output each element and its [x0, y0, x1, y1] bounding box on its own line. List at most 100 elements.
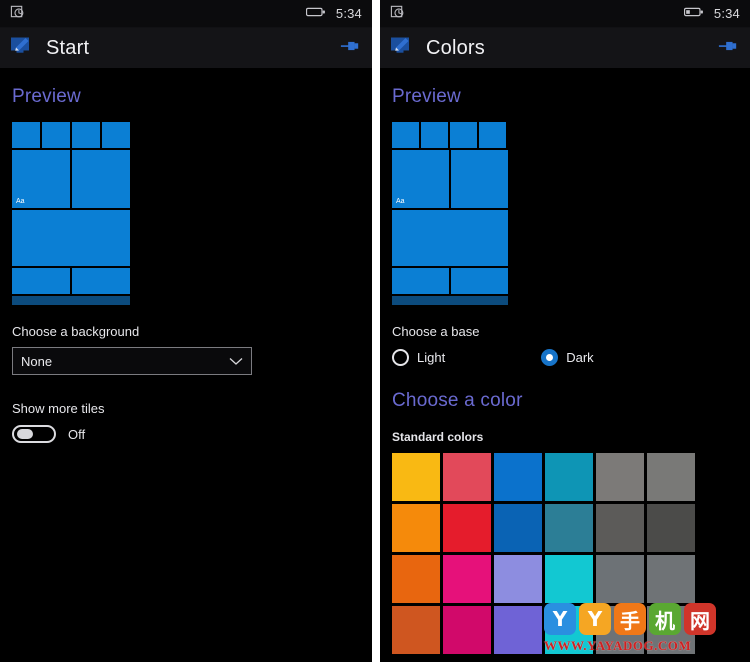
background-dropdown-value: None	[21, 353, 53, 369]
preview-heading: Preview	[12, 86, 81, 107]
screenshot-stage: 5:34 Start Preview Aa Choose a backgroun…	[0, 0, 750, 662]
tile	[12, 210, 130, 266]
page-title: Start	[46, 36, 90, 59]
status-bar-right: 5:34	[305, 5, 362, 23]
color-swatch[interactable]	[647, 606, 695, 654]
colors-preview-tiles: Aa	[392, 122, 508, 308]
radio-icon	[392, 349, 409, 366]
tile-row: Aa	[12, 150, 130, 208]
status-bar-left	[10, 4, 25, 24]
tile	[72, 122, 100, 148]
color-swatch[interactable]	[596, 606, 644, 654]
color-swatch[interactable]	[494, 606, 542, 654]
tile-row	[12, 122, 130, 148]
color-swatch[interactable]	[392, 453, 440, 501]
color-swatch[interactable]	[443, 606, 491, 654]
screenshot-icon	[390, 4, 405, 24]
tile-with-label: Aa	[392, 150, 449, 208]
tile-row	[12, 210, 130, 266]
toggle-thumb	[17, 429, 33, 439]
color-swatch[interactable]	[392, 555, 440, 603]
tile-row	[392, 210, 508, 266]
tile	[479, 122, 506, 148]
color-swatch[interactable]	[596, 504, 644, 552]
personalization-icon	[390, 34, 416, 63]
tile-row	[392, 268, 508, 294]
choose-a-color-heading: Choose a color	[392, 390, 523, 411]
background-dropdown[interactable]: None	[12, 347, 252, 375]
color-swatch[interactable]	[647, 504, 695, 552]
base-radio-group: Light Dark	[392, 349, 738, 366]
color-swatch[interactable]	[545, 555, 593, 603]
page-body-start: Preview Aa Choose a background None Show…	[0, 86, 372, 662]
tile	[72, 268, 130, 294]
tile	[392, 210, 508, 266]
status-bar-left	[390, 4, 405, 24]
phone-panel-start: 5:34 Start Preview Aa Choose a backgroun…	[0, 0, 372, 662]
tile-row	[392, 122, 508, 148]
tile	[451, 268, 508, 294]
tile	[421, 122, 448, 148]
color-swatch[interactable]	[545, 504, 593, 552]
tile-grid: Aa	[12, 122, 130, 308]
choose-base-label: Choose a base	[392, 324, 480, 339]
color-swatch[interactable]	[647, 555, 695, 603]
radio-option-light[interactable]: Light	[392, 349, 445, 366]
tile	[12, 122, 40, 148]
color-swatch[interactable]	[392, 606, 440, 654]
chevron-down-icon	[229, 354, 243, 369]
status-bar-clock: 5:34	[335, 6, 362, 21]
status-bar: 5:34	[380, 0, 750, 28]
standard-colors-label: Standard colors	[392, 430, 484, 444]
status-bar-clock: 5:34	[713, 6, 740, 21]
tile	[392, 122, 419, 148]
radio-icon-selected	[541, 349, 559, 366]
preview-taskbar	[12, 296, 130, 305]
panel-separator	[372, 0, 380, 662]
tile	[451, 150, 508, 208]
radio-label: Dark	[566, 350, 594, 365]
color-swatch[interactable]	[443, 453, 491, 501]
show-more-tiles-toggle[interactable]	[12, 425, 56, 443]
tile-label: Aa	[396, 198, 405, 205]
color-swatch[interactable]	[443, 555, 491, 603]
color-swatch[interactable]	[494, 453, 542, 501]
tile-with-label: Aa	[12, 150, 70, 208]
start-preview-tiles: Aa	[12, 122, 130, 308]
page-body-colors: Preview Aa Choose a base Light Dark Choo…	[380, 86, 750, 662]
personalization-icon	[10, 34, 36, 63]
choose-background-label: Choose a background	[12, 324, 140, 339]
tile-row	[12, 268, 130, 294]
phone-panel-colors: 5:34 Colors Preview Aa Choose a base Lig…	[380, 0, 750, 662]
tile	[102, 122, 130, 148]
tile	[42, 122, 70, 148]
color-swatch[interactable]	[443, 504, 491, 552]
tile	[450, 122, 477, 148]
color-swatch[interactable]	[545, 606, 593, 654]
color-swatch[interactable]	[596, 555, 644, 603]
pin-icon[interactable]	[340, 37, 360, 60]
toggle-state-label: Off	[68, 426, 86, 442]
page-title: Colors	[426, 36, 485, 59]
preview-heading: Preview	[392, 86, 461, 107]
color-swatch[interactable]	[596, 453, 644, 501]
status-bar-right: 5:34	[683, 5, 740, 23]
preview-taskbar	[392, 296, 508, 305]
tile-row: Aa	[392, 150, 508, 208]
color-swatch[interactable]	[494, 504, 542, 552]
color-swatch[interactable]	[545, 453, 593, 501]
color-swatch[interactable]	[647, 453, 695, 501]
radio-option-dark[interactable]: Dark	[541, 349, 594, 366]
pin-icon[interactable]	[718, 37, 738, 60]
tile	[12, 268, 70, 294]
standard-colors-grid	[392, 453, 738, 654]
tile-grid: Aa	[392, 122, 508, 308]
show-more-tiles-row: Off	[12, 425, 360, 443]
color-swatch[interactable]	[494, 555, 542, 603]
tile-label: Aa	[16, 198, 25, 205]
color-swatch[interactable]	[392, 504, 440, 552]
screenshot-icon	[10, 4, 25, 24]
battery-icon	[305, 5, 326, 23]
radio-label: Light	[417, 350, 446, 365]
status-bar: 5:34	[0, 0, 372, 28]
